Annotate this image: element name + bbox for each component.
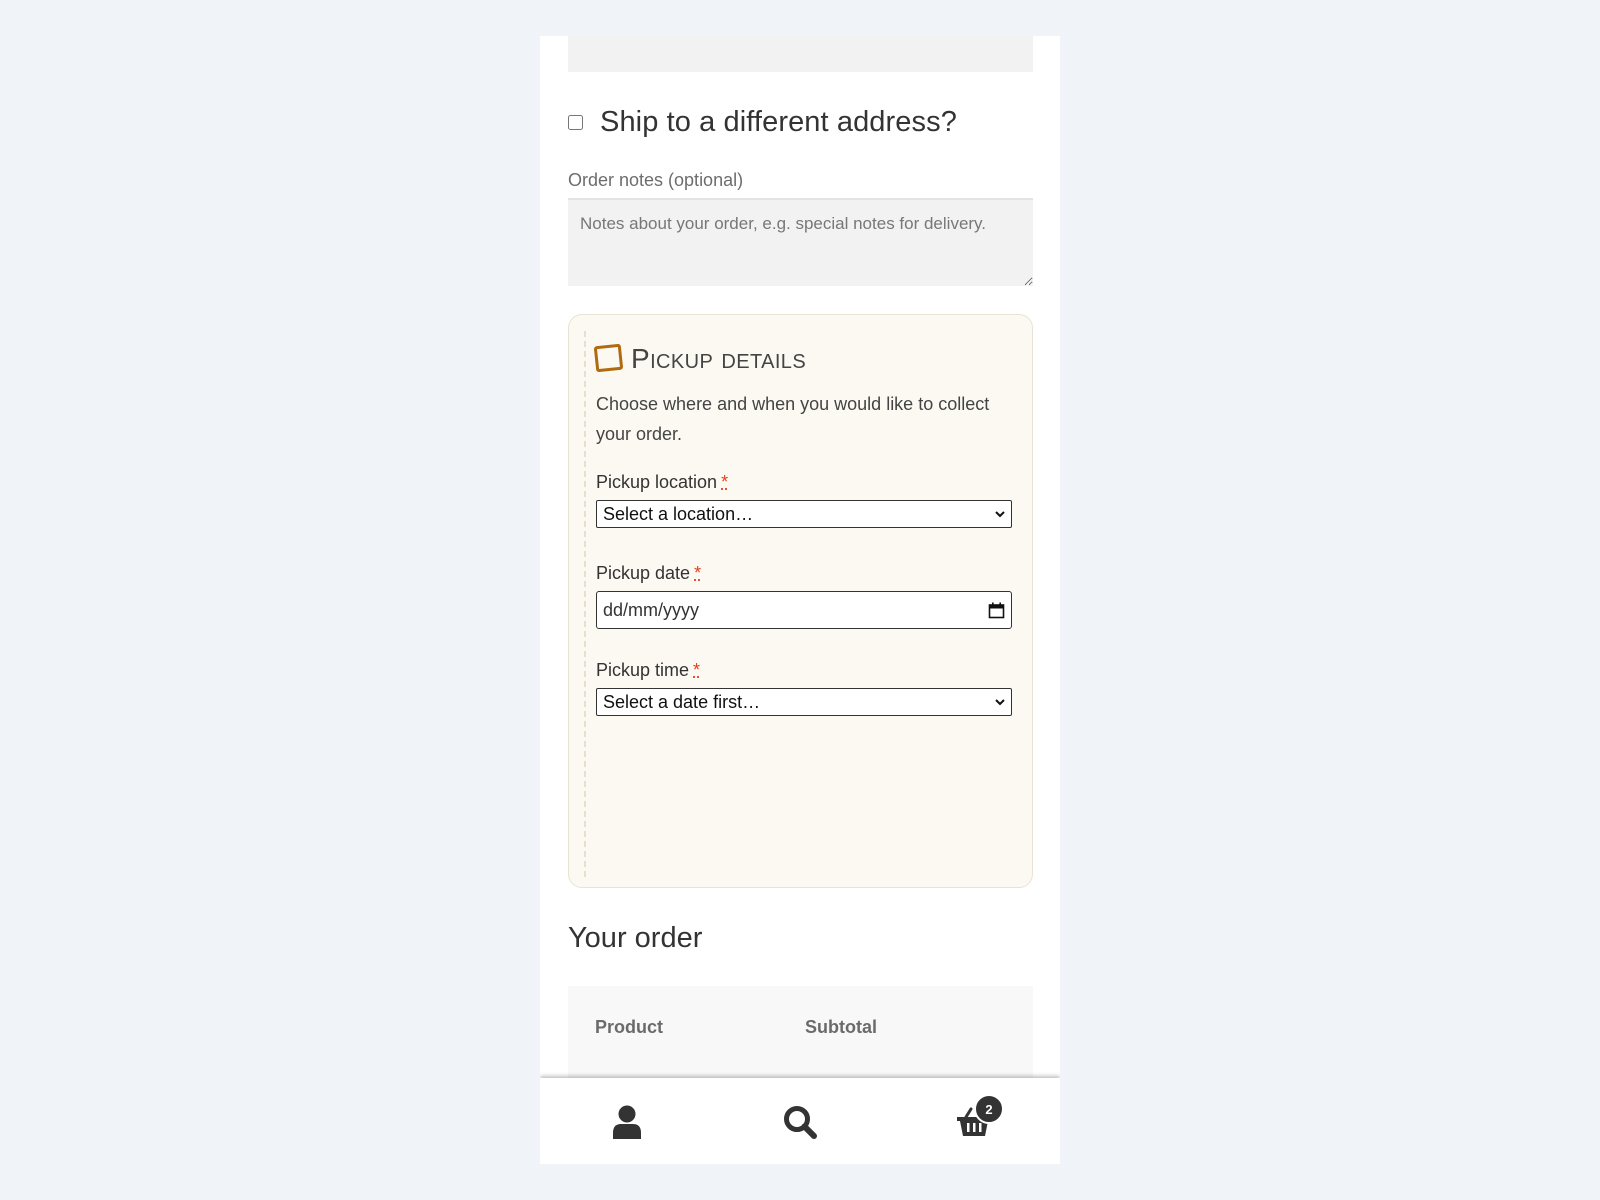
checkout-viewport: Ship to a different address? Order notes… (540, 36, 1060, 1164)
cart-button[interactable]: 2 (952, 1094, 1004, 1144)
ship-to-different-address-label[interactable]: Ship to a different address? (600, 106, 957, 139)
chevron-down-icon (995, 699, 1005, 706)
pickup-details-card: Pickup details Choose where and when you… (568, 314, 1033, 888)
required-marker: * (694, 563, 702, 583)
search-icon (784, 1106, 817, 1139)
order-review-table: Product Subtotal (568, 986, 1033, 1086)
pickup-date-placeholder: dd/mm/yyyy (603, 599, 700, 620)
pickup-title: Pickup details (631, 343, 807, 374)
pickup-description: Choose where and when you would like to … (596, 394, 990, 444)
pickup-time-selected: Select a date first… (603, 691, 761, 712)
your-order-heading: Your order (568, 922, 703, 954)
chevron-down-icon (995, 511, 1005, 518)
required-marker: * (693, 660, 701, 680)
pickup-location-select[interactable]: Select a location… (596, 500, 1012, 528)
mobile-bottom-nav: 2 (540, 1078, 1060, 1164)
pickup-location-label-text: Pickup location (596, 472, 718, 492)
pickup-box-icon (593, 343, 624, 373)
pickup-date-label: Pickup date * (596, 563, 701, 584)
calendar-icon[interactable] (988, 602, 1005, 619)
pickup-time-label-text: Pickup time (596, 660, 690, 680)
search-button[interactable] (778, 1100, 822, 1144)
pickup-time-select[interactable]: Select a date first… (596, 688, 1012, 716)
user-icon (613, 1105, 641, 1139)
order-notes-label: Order notes (optional) (568, 170, 744, 190)
required-marker: * (721, 472, 729, 492)
pickup-time-label: Pickup time * (596, 660, 700, 681)
column-header-product: Product (595, 1017, 664, 1037)
ship-to-different-address-row: Ship to a different address? (568, 106, 957, 139)
pickup-dashed-divider (584, 331, 586, 877)
column-header-subtotal: Subtotal (805, 1017, 877, 1037)
account-button[interactable] (605, 1100, 649, 1144)
order-notes-textarea[interactable] (568, 198, 1033, 286)
billing-field-bottom[interactable] (568, 36, 1033, 72)
cart-count-badge: 2 (974, 1094, 1004, 1124)
pickup-date-label-text: Pickup date (596, 563, 691, 583)
pickup-heading: Pickup details (593, 343, 807, 375)
pickup-location-label: Pickup location * (596, 472, 728, 493)
pickup-date-input[interactable]: dd/mm/yyyy (596, 591, 1012, 629)
pickup-location-selected: Select a location… (603, 503, 754, 524)
ship-to-different-address-checkbox[interactable] (568, 115, 583, 130)
